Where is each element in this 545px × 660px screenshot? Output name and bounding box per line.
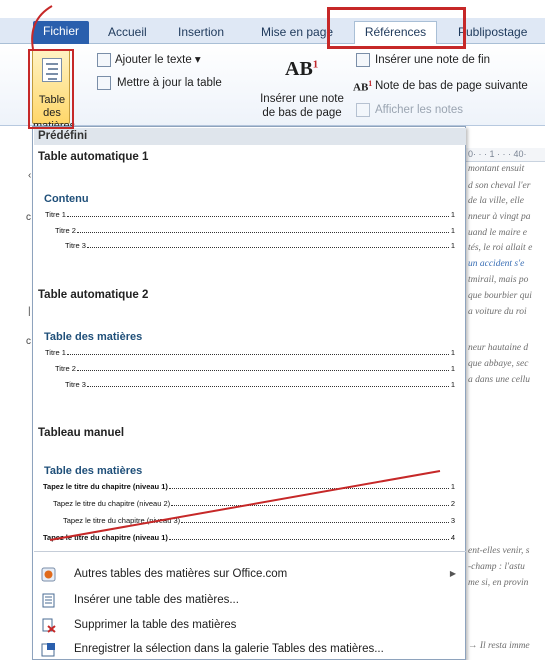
annotation-strokes	[31, 5, 441, 541]
annotation-line	[49, 470, 441, 541]
word-window: Fichier Accueil Insertion Mise en page R…	[0, 0, 545, 660]
annotation-curve	[31, 5, 53, 50]
